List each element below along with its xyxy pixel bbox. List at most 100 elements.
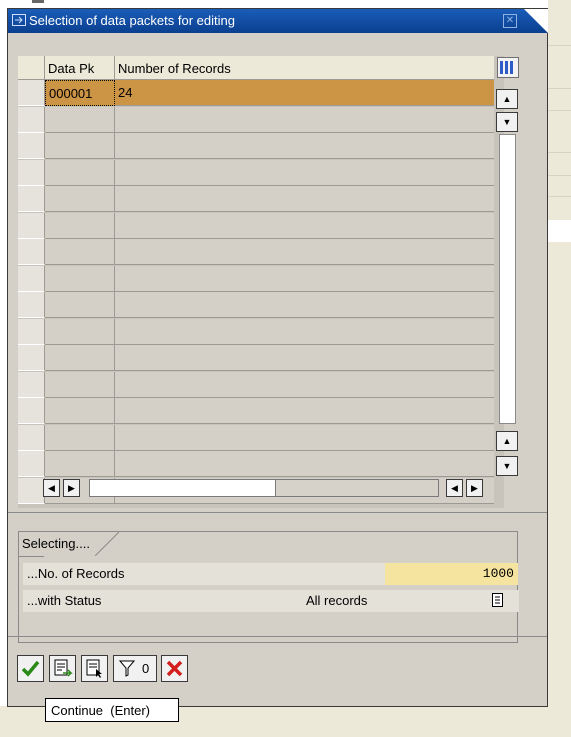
cancel-button[interactable] (161, 655, 188, 682)
scroll-down-icon[interactable]: ▼ (496, 112, 518, 132)
divider (8, 512, 547, 513)
background-window-strip (548, 0, 571, 737)
cell-data-pk[interactable] (45, 318, 115, 345)
continue-button[interactable] (17, 655, 44, 682)
records-label: ...No. of Records (27, 566, 125, 581)
cancel-icon (166, 660, 183, 677)
scroll-page-up-icon[interactable]: ▲ (496, 431, 518, 451)
cell-number-of-records[interactable] (115, 424, 494, 451)
selecting-group-tab: Selecting.... (19, 532, 90, 557)
divider (8, 636, 547, 637)
table-row[interactable]: 000001 24 (18, 80, 494, 106)
close-icon[interactable]: ✕ (503, 14, 517, 28)
cell-number-of-records[interactable] (115, 265, 494, 292)
table-row[interactable] (18, 106, 494, 133)
cell-number-of-records[interactable]: 24 (115, 80, 494, 106)
table-row[interactable] (18, 159, 494, 186)
cell-number-of-records[interactable] (115, 292, 494, 318)
scroll-up-icon[interactable]: ▲ (496, 89, 518, 109)
cell-number-of-records[interactable] (115, 239, 494, 265)
cell-number-of-records[interactable] (115, 159, 494, 186)
cell-data-pk[interactable] (45, 292, 115, 318)
table-row[interactable] (18, 133, 494, 159)
open-selection-button[interactable] (81, 655, 108, 682)
row-selector[interactable] (18, 186, 45, 212)
select-all-header[interactable] (18, 56, 45, 80)
cell-number-of-records[interactable] (115, 398, 494, 424)
cell-data-pk[interactable] (45, 159, 115, 186)
table-row[interactable] (18, 398, 494, 424)
column-settings-icon[interactable] (497, 57, 519, 78)
cell-number-of-records[interactable] (115, 186, 494, 212)
cell-data-pk[interactable] (45, 265, 115, 292)
vertical-scroll-track[interactable] (499, 134, 516, 424)
vertical-scrollbar[interactable]: ▲ ▼ ▲ ▼ (496, 89, 520, 509)
selection-dialog: Selection of data packets for editing ✕ … (7, 8, 548, 707)
cell-data-pk[interactable] (45, 398, 115, 424)
table-row[interactable] (18, 292, 494, 318)
filter-icon (118, 660, 136, 677)
cell-number-of-records[interactable] (115, 371, 494, 398)
cell-data-pk[interactable] (45, 371, 115, 398)
row-selector[interactable] (18, 239, 45, 265)
row-selector[interactable] (18, 371, 45, 398)
table-row[interactable] (18, 239, 494, 265)
row-selector[interactable] (18, 106, 45, 133)
selecting-group: Selecting.... ...No. of Records 1000 ...… (18, 531, 519, 643)
filter-count: 0 (142, 661, 150, 676)
filter-button[interactable]: 0 (113, 655, 157, 682)
row-selector[interactable] (18, 477, 45, 504)
records-input[interactable]: 1000 (385, 563, 518, 585)
scroll-right-end-icon[interactable]: ▶ (466, 479, 483, 497)
row-selector[interactable] (18, 292, 45, 318)
cell-data-pk[interactable] (45, 106, 115, 133)
column-header-number-of-records[interactable]: Number of Records (115, 56, 494, 80)
row-selector[interactable] (18, 212, 45, 239)
cell-data-pk[interactable] (45, 451, 115, 477)
horizontal-scroll-thumb[interactable] (90, 480, 276, 496)
table-row[interactable] (18, 186, 494, 212)
row-selector[interactable] (18, 451, 45, 477)
table-row[interactable] (18, 265, 494, 292)
dropdown-list-icon[interactable] (492, 593, 503, 607)
records-row: ...No. of Records 1000 (23, 563, 518, 585)
row-selector[interactable] (18, 318, 45, 345)
table-row[interactable] (18, 424, 494, 451)
row-selector[interactable] (18, 159, 45, 186)
check-icon (21, 660, 40, 677)
scroll-right-icon[interactable]: ▶ (63, 479, 80, 497)
row-selector[interactable] (18, 398, 45, 424)
cell-data-pk[interactable] (45, 424, 115, 451)
scroll-page-down-icon[interactable]: ▼ (496, 456, 518, 476)
row-selector[interactable] (18, 133, 45, 159)
cell-data-pk[interactable] (45, 212, 115, 239)
horizontal-scroll-track[interactable] (89, 479, 439, 497)
row-selector[interactable] (18, 80, 45, 106)
cell-data-pk[interactable] (45, 133, 115, 159)
scroll-left-end-icon[interactable]: ◀ (446, 479, 463, 497)
table-row[interactable] (18, 212, 494, 239)
table-row[interactable] (18, 318, 494, 345)
cell-data-pk[interactable]: 000001 (45, 80, 115, 106)
cell-number-of-records[interactable] (115, 212, 494, 239)
status-select[interactable]: All records (302, 590, 519, 612)
row-selector[interactable] (18, 345, 45, 371)
table-row[interactable] (18, 371, 494, 398)
scroll-left-icon[interactable]: ◀ (43, 479, 60, 497)
cell-number-of-records[interactable] (115, 345, 494, 371)
row-selector[interactable] (18, 265, 45, 292)
dialog-titlebar[interactable]: Selection of data packets for editing ✕ (8, 9, 548, 33)
cell-number-of-records[interactable] (115, 318, 494, 345)
row-selector[interactable] (18, 424, 45, 451)
group-tab-edge (95, 532, 119, 556)
cell-data-pk[interactable] (45, 239, 115, 265)
column-header-data-pk[interactable]: Data Pk (45, 56, 115, 80)
table-row[interactable] (18, 451, 494, 477)
cell-number-of-records[interactable] (115, 133, 494, 159)
save-selection-button[interactable] (49, 655, 76, 682)
cell-data-pk[interactable] (45, 345, 115, 371)
cell-data-pk[interactable] (45, 186, 115, 212)
table-row[interactable] (18, 345, 494, 371)
cell-number-of-records[interactable] (115, 106, 494, 133)
cell-number-of-records[interactable] (115, 451, 494, 477)
